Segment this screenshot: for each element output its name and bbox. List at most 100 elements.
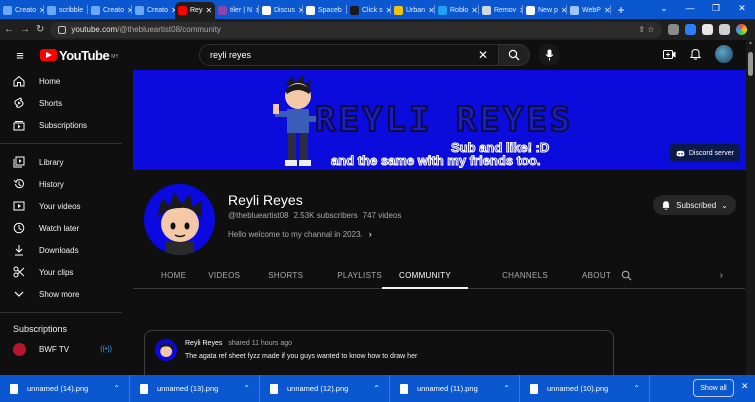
browser-tab[interactable]: Creato ✕ bbox=[132, 2, 175, 19]
channel-handle: @theblueartist08 bbox=[228, 211, 289, 220]
tab-close-icon[interactable]: ✕ bbox=[86, 6, 87, 15]
maximize-icon[interactable]: ❐ bbox=[703, 0, 729, 19]
scroll-up-icon[interactable]: ▲ bbox=[746, 40, 755, 48]
close-window-icon[interactable]: ✕ bbox=[729, 0, 755, 19]
sidebar-item-library[interactable]: Library bbox=[0, 151, 132, 173]
browser-tab[interactable]: tiler | N✕ bbox=[215, 2, 258, 19]
tabs-next-icon[interactable]: › bbox=[720, 262, 745, 288]
post-time[interactable]: shared 11 hours ago bbox=[228, 340, 292, 347]
chevron-up-icon[interactable]: ⌃ bbox=[373, 384, 380, 393]
channel-about[interactable]: Hello welcome to my channal in 2023. › bbox=[228, 229, 372, 239]
bell-icon[interactable] bbox=[690, 48, 701, 60]
voice-search-button[interactable] bbox=[538, 44, 560, 66]
tab-close-icon[interactable]: ✕ bbox=[604, 6, 610, 15]
browser-tab[interactable]: WebP ✕ bbox=[567, 2, 610, 19]
minimize-icon[interactable]: — bbox=[677, 0, 703, 19]
tab-search-icon[interactable]: ⌄ bbox=[651, 0, 677, 19]
tab-close-icon[interactable]: ✕ bbox=[428, 6, 434, 15]
scrollbar-thumb[interactable] bbox=[748, 52, 753, 76]
browser-tab[interactable]: Spaceb✕ bbox=[303, 2, 346, 19]
sidebar-item-your-videos[interactable]: Your videos bbox=[0, 195, 132, 217]
sidebar-item-history[interactable]: History bbox=[0, 173, 132, 195]
channel-avatar[interactable] bbox=[144, 184, 215, 255]
tab-playlists[interactable]: PLAYLISTS bbox=[303, 262, 382, 288]
tab-home[interactable]: HOME bbox=[133, 262, 186, 288]
post-author-avatar[interactable] bbox=[155, 339, 177, 361]
tab-favicon-icon bbox=[526, 6, 535, 15]
sidebar-item-downloads[interactable]: Downloads bbox=[0, 239, 132, 261]
tab-community[interactable]: COMMUNITY bbox=[382, 262, 469, 289]
sidebar-item-your-clips[interactable]: Your clips bbox=[0, 261, 132, 283]
browser-tab-label: scribble bbox=[59, 7, 84, 14]
search-button[interactable] bbox=[498, 44, 530, 66]
sidebar-item-shorts[interactable]: Shorts bbox=[0, 92, 132, 114]
browser-tab[interactable]: Roblo ✕ bbox=[435, 2, 478, 19]
chevron-up-icon[interactable]: ⌃ bbox=[633, 384, 640, 393]
search-input[interactable]: reyli reyes ✕ bbox=[199, 44, 498, 66]
sidebar-item-show-more[interactable]: Show more bbox=[0, 283, 132, 305]
library-icon bbox=[13, 156, 25, 168]
back-icon[interactable]: ← bbox=[4, 24, 14, 35]
tab-shorts[interactable]: SHORTS bbox=[240, 262, 303, 288]
download-item[interactable]: unnamed (12).png ⌃ bbox=[260, 375, 390, 402]
browser-tab[interactable]: scribble✕ bbox=[44, 2, 87, 19]
download-item[interactable]: unnamed (10).png ⌃ bbox=[520, 375, 650, 402]
sidebar-channel[interactable]: BWF TV ((•)) bbox=[0, 338, 132, 360]
download-item[interactable]: unnamed (14).png ⌃ bbox=[0, 375, 130, 402]
discord-icon bbox=[676, 150, 685, 156]
browser-tab[interactable]: Creato ✕ bbox=[88, 2, 131, 19]
browser-tab[interactable]: Urban ✕ bbox=[391, 2, 434, 19]
tab-about[interactable]: ABOUT bbox=[548, 262, 611, 288]
tab-close-icon[interactable]: ✕ bbox=[345, 6, 346, 15]
tab-close-icon[interactable]: ✕ bbox=[561, 6, 566, 15]
tab-close-icon[interactable]: ✕ bbox=[386, 6, 390, 15]
sidebar-item-subscriptions[interactable]: Subscriptions bbox=[0, 114, 132, 136]
post-header: Reyli Reyes shared 11 hours ago bbox=[185, 340, 292, 347]
youtube-logo[interactable]: YouTube MY bbox=[40, 48, 119, 63]
tab-channels[interactable]: CHANNELS bbox=[468, 262, 548, 288]
tab-close-icon[interactable]: ✕ bbox=[298, 6, 302, 15]
account-avatar[interactable] bbox=[715, 45, 733, 63]
clear-search-icon[interactable]: ✕ bbox=[478, 48, 488, 62]
subscribed-button[interactable]: Subscribed ⌄ bbox=[653, 195, 736, 215]
sidepanel-icon[interactable] bbox=[719, 24, 731, 35]
browser-tab[interactable]: Discus ✕ bbox=[259, 2, 302, 19]
tab-close-icon[interactable]: ✕ bbox=[205, 6, 212, 15]
browser-tab[interactable]: New p ✕ bbox=[523, 2, 566, 19]
tab-close-icon[interactable]: ✕ bbox=[39, 6, 43, 15]
extension-icon[interactable] bbox=[685, 24, 697, 35]
browser-tab[interactable]: Remov✕ bbox=[479, 2, 522, 19]
chevron-up-icon[interactable]: ⌃ bbox=[243, 384, 250, 393]
puzzle-icon[interactable] bbox=[702, 24, 714, 35]
chevron-up-icon[interactable]: ⌃ bbox=[503, 384, 510, 393]
browser-tab[interactable]: Rey ✕ bbox=[175, 2, 215, 19]
menu-icon[interactable]: ≡ bbox=[0, 48, 40, 63]
tab-close-icon[interactable]: ✕ bbox=[471, 6, 478, 15]
show-all-button[interactable]: Show all bbox=[693, 379, 734, 397]
tab-close-icon[interactable]: ✕ bbox=[519, 6, 522, 15]
download-item[interactable]: unnamed (11).png ⌃ bbox=[390, 375, 520, 402]
new-tab-button[interactable]: + bbox=[611, 2, 631, 19]
channel-avatar-small bbox=[13, 342, 26, 356]
post-author[interactable]: Reyli Reyes bbox=[185, 340, 222, 347]
chevron-up-icon[interactable]: ⌃ bbox=[113, 384, 120, 393]
extension-icon[interactable] bbox=[668, 24, 680, 35]
profile-icon[interactable] bbox=[736, 24, 748, 35]
share-icon[interactable]: ⇪ ☆ bbox=[638, 25, 654, 34]
create-video-icon[interactable] bbox=[663, 49, 676, 60]
tab-videos[interactable]: VIDEOS bbox=[186, 262, 240, 288]
url-input[interactable]: youtube.com/@theblueartist08/community ⇪… bbox=[50, 21, 663, 38]
download-item[interactable]: unnamed (13).png ⌃ bbox=[130, 375, 260, 402]
browser-tab[interactable]: Click s ✕ bbox=[347, 2, 390, 19]
tab-close-icon[interactable]: ✕ bbox=[127, 6, 131, 15]
sidebar-item-home[interactable]: Home bbox=[0, 70, 132, 92]
reload-icon[interactable]: ↻ bbox=[36, 24, 44, 35]
forward-icon[interactable]: → bbox=[20, 24, 30, 35]
browser-tab[interactable]: Creato ✕ bbox=[0, 2, 43, 19]
close-icon[interactable]: ✕ bbox=[741, 381, 749, 392]
page-scrollbar[interactable]: ▲ bbox=[746, 40, 755, 375]
discord-link[interactable]: Discord server bbox=[669, 144, 740, 162]
sidebar-item-watch-later[interactable]: Watch later bbox=[0, 217, 132, 239]
channel-search-button[interactable] bbox=[611, 262, 642, 288]
tab-close-icon[interactable]: ✕ bbox=[255, 6, 258, 15]
